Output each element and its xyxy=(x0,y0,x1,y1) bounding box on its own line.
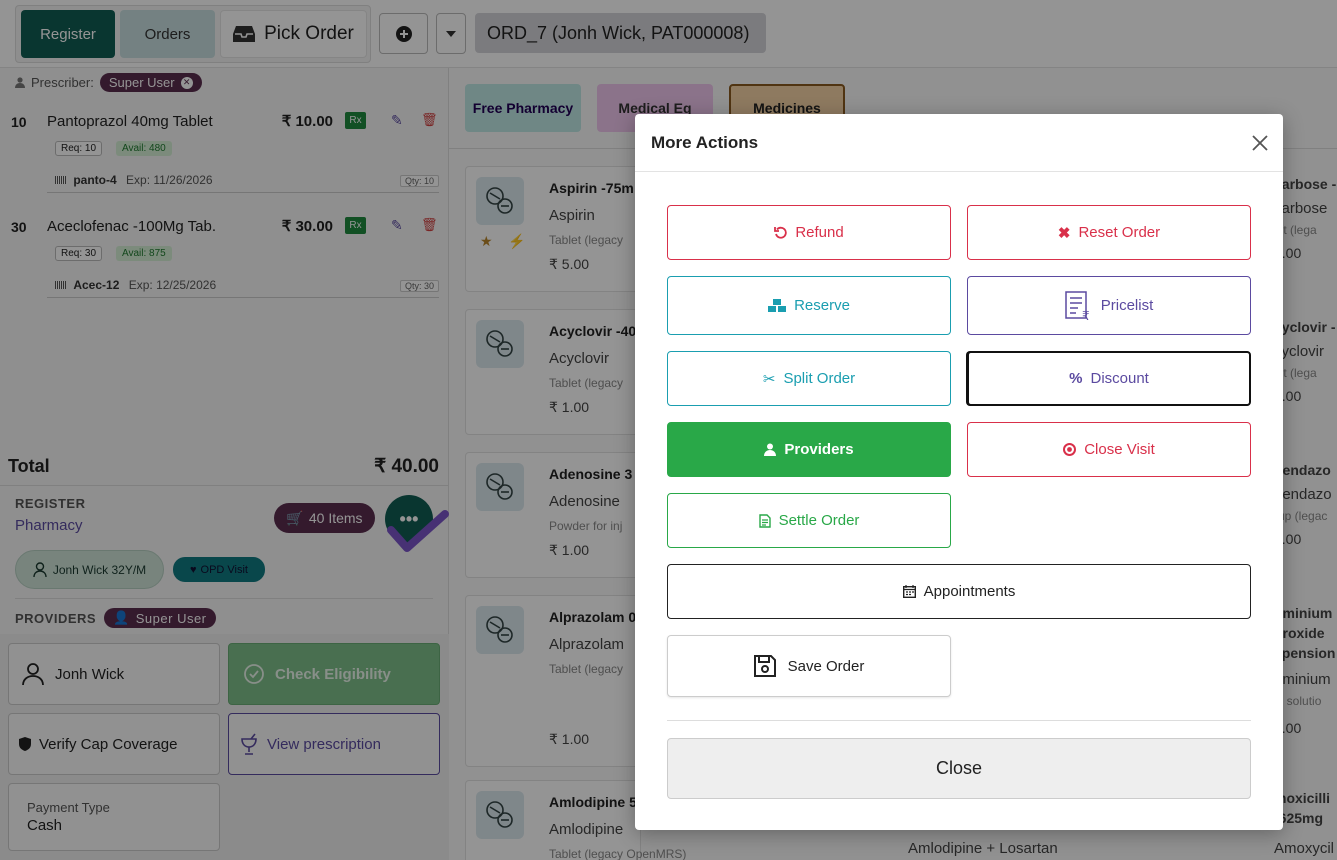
appointments-button[interactable]: Appointments xyxy=(667,564,1251,619)
percent-icon: % xyxy=(1069,370,1083,387)
discount-button[interactable]: % Discount xyxy=(967,351,1251,406)
split-order-button[interactable]: ✂ Split Order xyxy=(667,351,951,406)
modal-title: More Actions xyxy=(651,133,759,152)
more-actions-modal: More Actions Refund ✖ Reset Order Reserv… xyxy=(635,114,1283,830)
pricelist-button[interactable]: ₹ Pricelist xyxy=(967,276,1251,335)
providers-label: Providers xyxy=(784,441,854,458)
undo-icon xyxy=(774,226,788,239)
user-icon xyxy=(764,443,777,456)
stop-circle-icon xyxy=(1063,443,1077,456)
providers-button[interactable]: Providers xyxy=(667,422,951,477)
modal-divider xyxy=(667,720,1251,721)
save-order-label: Save Order xyxy=(787,657,865,675)
reserve-button[interactable]: Reserve xyxy=(667,276,951,335)
reset-order-button[interactable]: ✖ Reset Order xyxy=(967,205,1251,260)
settle-order-button[interactable]: Settle Order xyxy=(667,493,951,548)
reserve-label: Reserve xyxy=(794,297,850,314)
svg-text:₹: ₹ xyxy=(1082,309,1090,321)
refund-button[interactable]: Refund xyxy=(667,205,951,260)
scissors-icon: ✂ xyxy=(762,370,776,388)
close-icon[interactable] xyxy=(1251,134,1269,152)
split-order-label: Split Order xyxy=(783,370,856,387)
pricelist-label: Pricelist xyxy=(1100,297,1154,314)
price-list-icon: ₹ xyxy=(1064,290,1090,321)
appointments-label: Appointments xyxy=(923,583,1016,600)
save-icon xyxy=(753,655,776,677)
modal-header: More Actions xyxy=(635,114,1283,172)
calendar-icon xyxy=(902,585,916,598)
x-icon: ✖ xyxy=(1057,224,1071,242)
discount-label: Discount xyxy=(1090,370,1149,387)
refund-label: Refund xyxy=(795,224,844,241)
settle-order-label: Settle Order xyxy=(778,512,860,529)
save-order-button[interactable]: Save Order xyxy=(667,635,951,697)
file-icon xyxy=(758,513,771,528)
close-button[interactable]: Close xyxy=(667,738,1251,799)
close-visit-button[interactable]: Close Visit xyxy=(967,422,1251,477)
cubes-icon xyxy=(768,298,787,312)
close-visit-label: Close Visit xyxy=(1084,441,1155,458)
reset-order-label: Reset Order xyxy=(1078,224,1161,241)
